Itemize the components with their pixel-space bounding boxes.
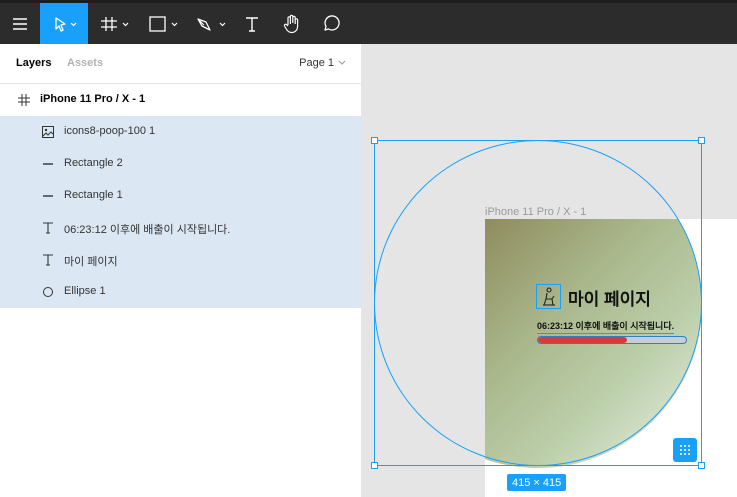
chevron-down-icon [338,60,346,65]
layer-label: Rectangle 2 [64,157,123,169]
pen-tool-icon [197,17,226,31]
ellipse-icon [40,284,56,300]
resize-handle-bottom-right[interactable] [698,462,705,469]
page-selector-label: Page 1 [299,57,334,69]
menu-icon [13,17,27,30]
layer-label: Ellipse 1 [64,285,106,297]
frame-tool-button[interactable] [96,3,136,44]
image-icon [40,124,56,140]
layer-row-rectangle-1[interactable]: Rectangle 1 [0,180,362,212]
line-icon [40,188,56,204]
resize-handle-top-left[interactable] [371,137,378,144]
layer-label: icons8-poop-100 1 [64,125,156,137]
text-tool-icon [246,16,258,32]
layer-label: Rectangle 1 [64,189,123,201]
page-selector[interactable]: Page 1 [299,57,346,69]
grid-button[interactable] [673,438,697,462]
layer-row-frame[interactable]: iPhone 11 Pro / X - 1 [0,84,362,116]
toolbar [0,0,737,44]
tab-layers[interactable]: Layers [16,57,51,69]
comment-tool-icon [324,14,340,31]
shape-tool-icon [149,15,178,32]
layer-row-status-text[interactable]: 06:23:12 이후에 배출이 시작됩니다. [0,212,362,244]
shape-tool-button[interactable] [144,3,184,44]
tab-assets[interactable]: Assets [67,57,103,69]
hand-tool-icon [283,14,299,33]
layer-row-rectangle-2[interactable]: Rectangle 2 [0,148,362,180]
layer-label: 마이 페이지 [64,256,118,268]
progress-bar-fill [538,337,627,343]
menu-button[interactable] [0,3,40,44]
poop-image[interactable] [536,284,561,309]
move-tool-button[interactable] [40,3,88,44]
move-tool-icon [55,16,77,32]
grid-dots-icon [680,445,690,455]
toilet-person-icon [542,286,555,306]
hand-tool-button[interactable] [275,3,309,44]
line-icon [40,156,56,172]
layer-row-ellipse[interactable]: Ellipse 1 [0,276,362,308]
panel-tabs: Layers Assets Page 1 [0,44,362,84]
progress-bar[interactable] [537,336,687,344]
pen-tool-button[interactable] [192,3,232,44]
text-tool-button[interactable] [236,3,268,44]
comment-tool-button[interactable] [314,3,348,44]
status-text[interactable]: 06:23:12 이후에 배출이 시작됩니다. [537,319,675,334]
text-icon [40,252,56,268]
resize-handle-bottom-left[interactable] [371,462,378,469]
resize-handle-top-right[interactable] [698,137,705,144]
frame-icon [16,92,32,108]
my-page-title[interactable]: 마이 페이지 [568,285,651,310]
frame-tool-icon [101,16,129,31]
size-badge: 415 × 415 [507,474,567,491]
layer-label: 06:23:12 이후에 배출이 시작됩니다. [64,224,231,236]
layers-panel: Layers Assets Page 1 iPhone 11 Pro / X -… [0,44,362,497]
layer-row-image[interactable]: icons8-poop-100 1 [0,116,362,148]
layer-row-my-page-text[interactable]: 마이 페이지 [0,244,362,276]
text-icon [40,220,56,236]
layer-label: iPhone 11 Pro / X - 1 [40,93,146,105]
